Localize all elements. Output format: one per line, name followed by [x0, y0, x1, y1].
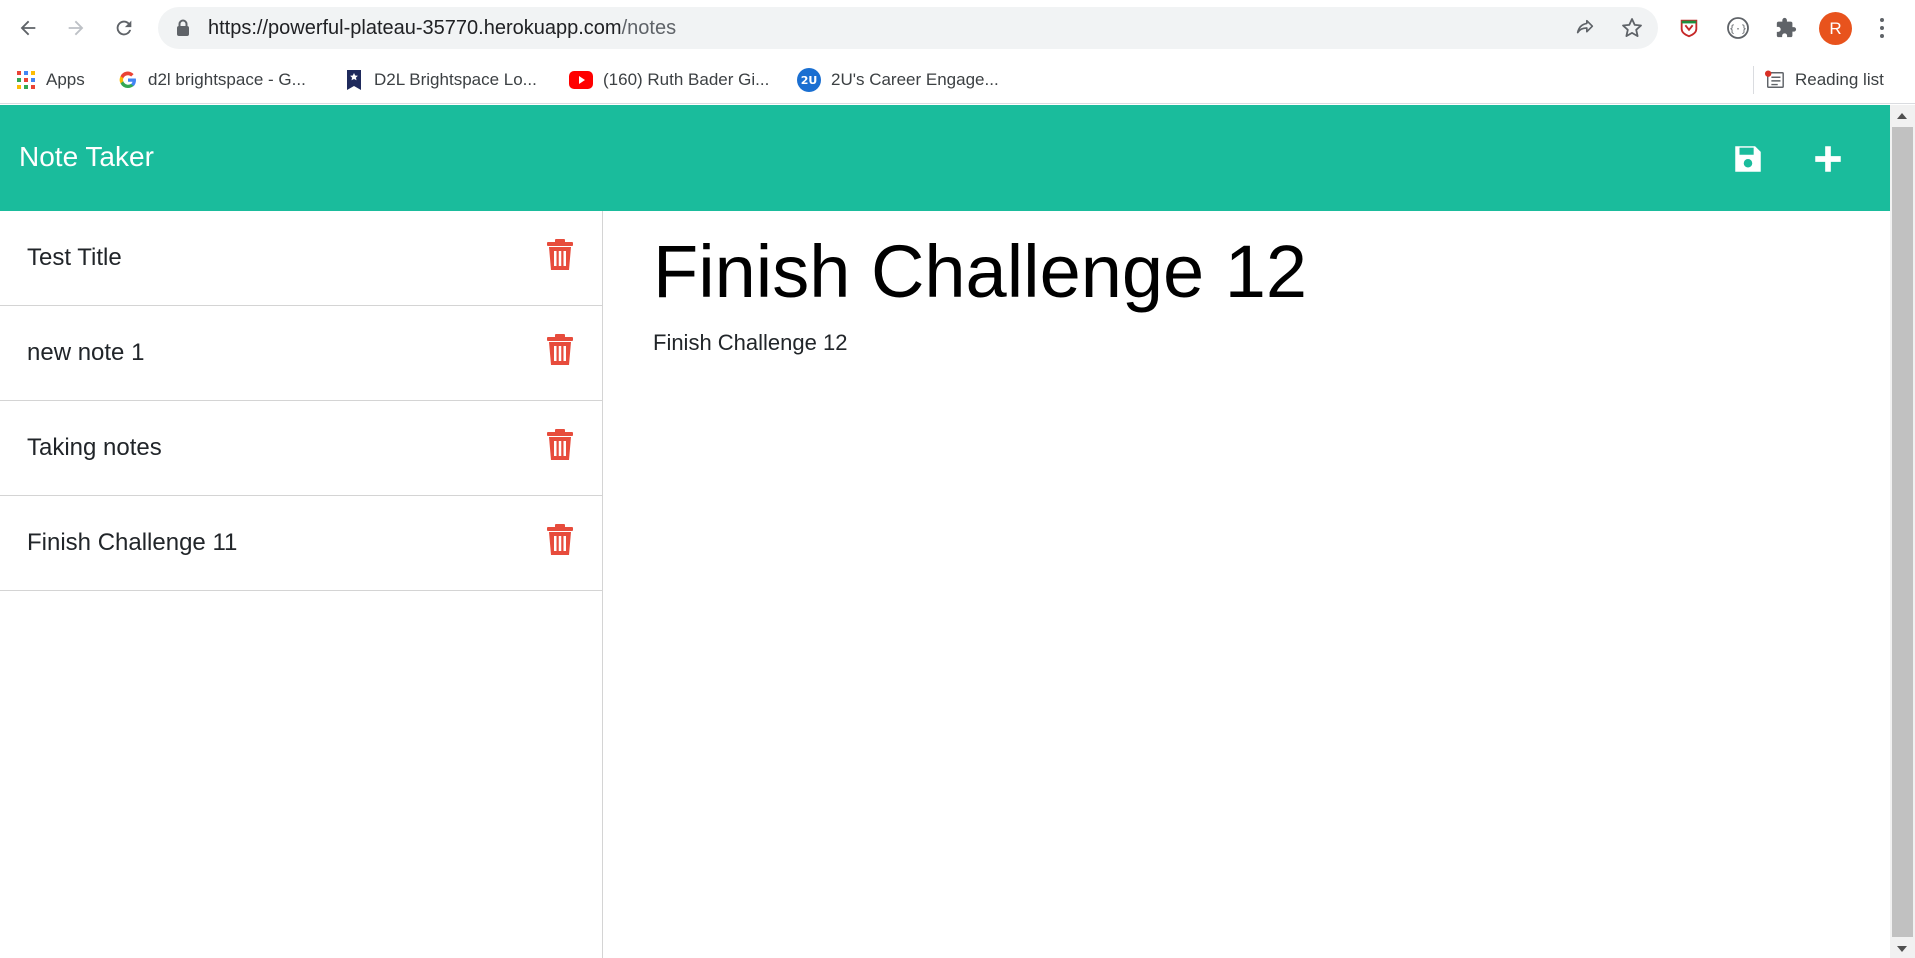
puzzle-piece-icon: [1776, 17, 1797, 38]
bookmark-star-icon[interactable]: [1620, 16, 1644, 40]
bookmark-label: (160) Ruth Bader Gi...: [603, 70, 770, 89]
list-item[interactable]: Test Title: [0, 211, 602, 306]
scroll-up-arrow-icon[interactable]: [1897, 113, 1907, 119]
svg-text:{·}: {·}: [1729, 24, 1747, 35]
lock-icon: [177, 19, 189, 36]
list-item[interactable]: Finish Challenge 11: [0, 496, 602, 591]
note-title[interactable]: Finish Challenge 11: [27, 529, 237, 557]
notes-list: Test Title new note 1 Taking notes Finis…: [0, 211, 603, 958]
forward-arrow-icon: [68, 20, 84, 36]
extension-shield-button[interactable]: [1673, 12, 1705, 44]
reload-icon: [116, 20, 132, 36]
profile-avatar[interactable]: R: [1819, 12, 1852, 45]
bookmark-label: D2L Brightspace Lo...: [374, 70, 537, 89]
mcafee-shield-icon: [1680, 19, 1698, 38]
apps-grid-icon: [16, 70, 36, 90]
2u-icon: 2U: [797, 68, 821, 92]
code-brackets-icon: {·}: [1727, 17, 1749, 39]
bookmarks-separator: [1753, 66, 1754, 94]
app-title[interactable]: Note Taker: [19, 141, 154, 173]
scroll-down-arrow-icon[interactable]: [1897, 946, 1907, 952]
share-icon[interactable]: [1574, 17, 1596, 39]
back-arrow-icon: [20, 20, 36, 36]
save-note-button[interactable]: [1728, 139, 1768, 179]
url-text: https://powerful-plateau-35770.herokuapp…: [208, 17, 676, 40]
url-path: /notes: [621, 17, 677, 39]
svg-text:2U: 2U: [801, 74, 818, 87]
bookmark-d2l-brightspace-login[interactable]: D2L Brightspace Lo...: [344, 64, 537, 96]
bookmark-d2l-brightspace-google[interactable]: d2l brightspace - G...: [118, 64, 306, 96]
note-title[interactable]: Taking notes: [27, 434, 162, 462]
reload-button[interactable]: [108, 12, 140, 44]
bookmark-apps[interactable]: Apps: [16, 64, 85, 96]
bookmarks-bar: Apps d2l brightspace - G... D2L Brightsp…: [0, 56, 1915, 104]
browser-toolbar: https://powerful-plateau-35770.herokuapp…: [0, 0, 1915, 56]
google-icon: [118, 70, 138, 90]
reading-list-icon: [1765, 70, 1785, 90]
url-host: https://powerful-plateau-35770.herokuapp…: [208, 17, 622, 39]
bookmark-label: d2l brightspace - G...: [148, 70, 306, 89]
bookmark-youtube[interactable]: (160) Ruth Bader Gi...: [569, 64, 769, 96]
page-scrollbar[interactable]: [1890, 105, 1915, 958]
reading-list-label: Reading list: [1795, 70, 1884, 89]
list-item[interactable]: Taking notes: [0, 401, 602, 496]
reading-list-button[interactable]: Reading list: [1765, 64, 1884, 96]
address-bar[interactable]: https://powerful-plateau-35770.herokuapp…: [158, 7, 1658, 49]
trash-icon[interactable]: [546, 239, 574, 271]
list-item[interactable]: new note 1: [0, 306, 602, 401]
extensions-button[interactable]: [1770, 12, 1802, 44]
note-text-area[interactable]: Finish Challenge 12: [653, 330, 847, 356]
note-editor: Finish Challenge 12 Finish Challenge 12: [604, 211, 1890, 958]
youtube-icon: [569, 70, 593, 90]
note-title-input[interactable]: Finish Challenge 12: [653, 229, 1307, 314]
bookmark-label: Apps: [46, 70, 85, 89]
trash-icon[interactable]: [546, 334, 574, 366]
forward-button[interactable]: [60, 12, 92, 44]
save-floppy-icon: [1735, 146, 1761, 172]
bookmark-label: 2U's Career Engage...: [831, 70, 999, 89]
new-note-button[interactable]: [1808, 139, 1848, 179]
back-button[interactable]: [12, 12, 44, 44]
extension-code-button[interactable]: {·}: [1722, 12, 1754, 44]
bookmark-2u-career[interactable]: 2U 2U's Career Engage...: [797, 64, 999, 96]
scrollbar-thumb[interactable]: [1892, 127, 1913, 937]
trash-icon[interactable]: [546, 524, 574, 556]
trash-icon[interactable]: [546, 429, 574, 461]
d2l-icon: [344, 70, 364, 90]
app-navbar: Note Taker: [0, 105, 1890, 211]
note-title[interactable]: Test Title: [27, 244, 122, 272]
plus-icon: [1815, 146, 1841, 172]
browser-menu-button[interactable]: [1870, 12, 1894, 44]
note-title[interactable]: new note 1: [27, 339, 144, 367]
